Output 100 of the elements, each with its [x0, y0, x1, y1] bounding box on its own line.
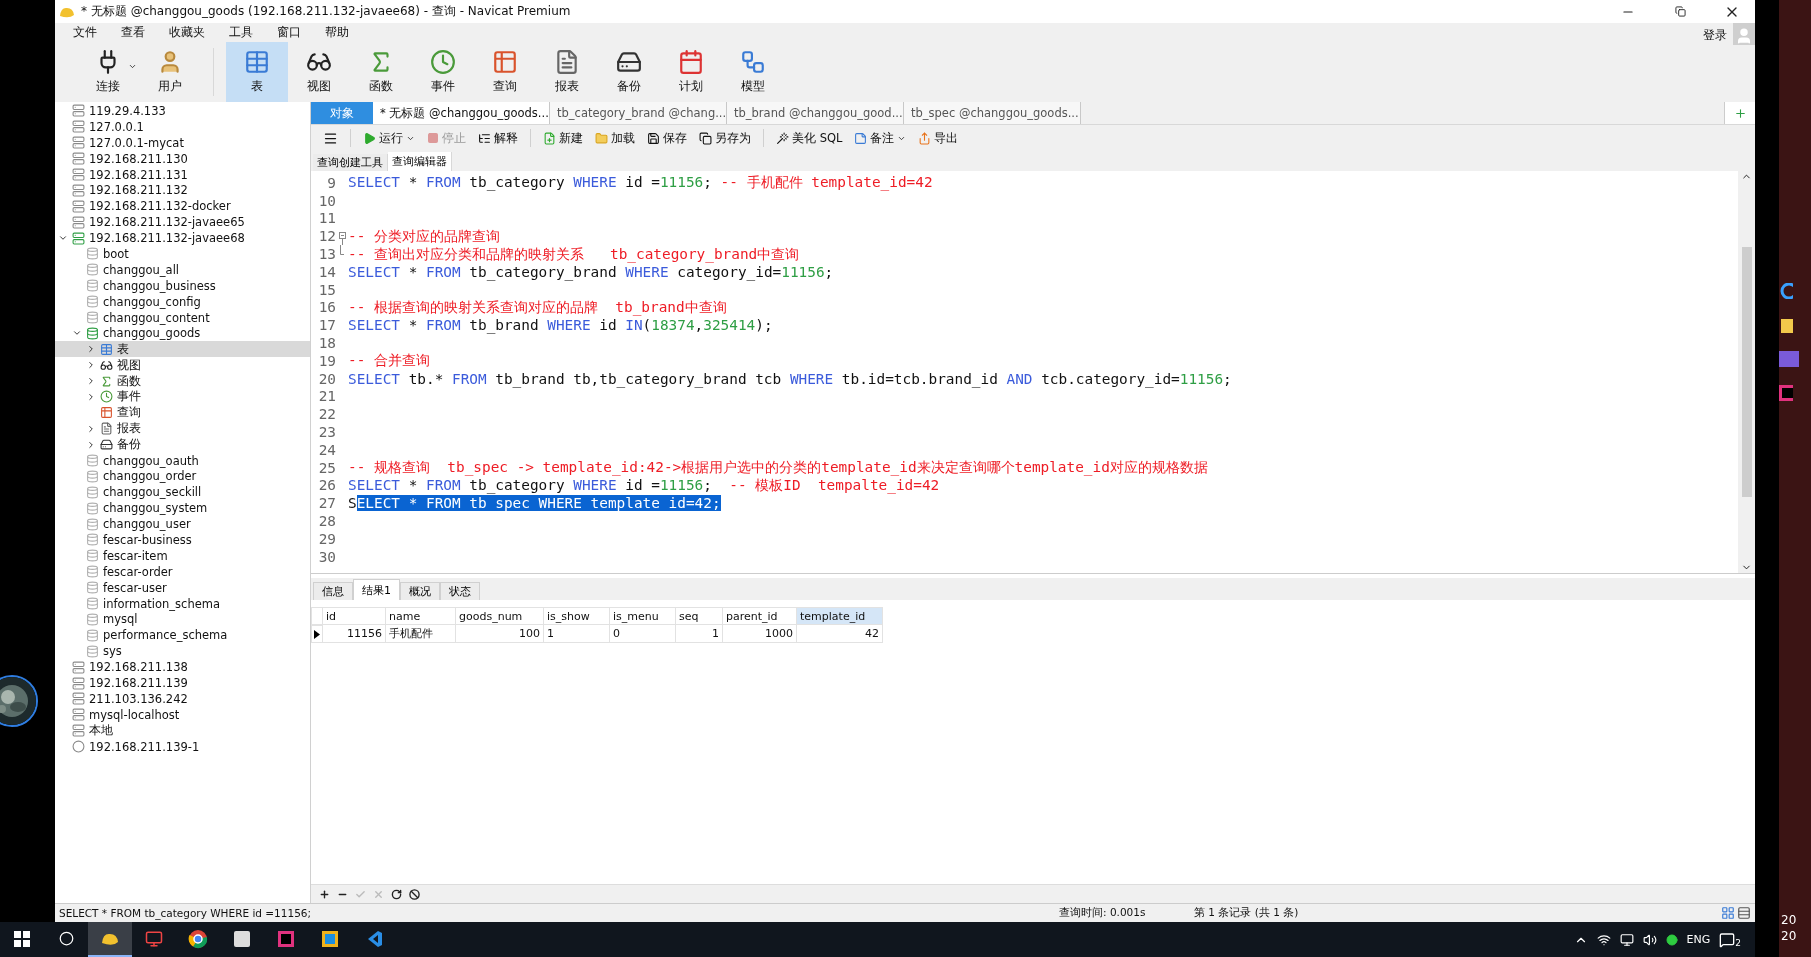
- monitor-icon[interactable]: [1619, 932, 1634, 947]
- result-tab[interactable]: 信息: [313, 582, 353, 600]
- result-tab[interactable]: 概况: [400, 582, 440, 600]
- toolbar-button[interactable]: 用户: [139, 42, 201, 102]
- volume-icon[interactable]: [1642, 932, 1657, 947]
- tree-item[interactable]: 192.168.211.139-1: [55, 738, 310, 755]
- menu-item[interactable]: 查看: [109, 24, 157, 41]
- toolbar-button[interactable]: 备份: [598, 42, 660, 102]
- tree-item[interactable]: changgou_order: [55, 468, 310, 485]
- tree-item[interactable]: 192.168.211.138: [55, 659, 310, 676]
- result-tab[interactable]: 状态: [440, 582, 480, 600]
- refresh-icon[interactable]: [391, 888, 402, 900]
- tree-item[interactable]: information_schema: [55, 595, 310, 612]
- tree-item[interactable]: 查询: [55, 404, 310, 421]
- tree-item[interactable]: boot: [55, 246, 310, 262]
- tree-item[interactable]: changgou_oauth: [55, 452, 310, 469]
- editor-toolbar-button[interactable]: 导出: [914, 128, 963, 148]
- scrollbar[interactable]: [1738, 171, 1755, 573]
- column-header[interactable]: is_show: [544, 607, 610, 625]
- query-tab[interactable]: tb_category_brand @chang...: [550, 102, 727, 124]
- toolbar-button[interactable]: 函数: [350, 42, 412, 102]
- tree-item[interactable]: mysql-localhost: [55, 706, 310, 723]
- editor-toolbar-button[interactable]: 运行: [359, 128, 419, 148]
- column-header[interactable]: seq: [676, 607, 723, 625]
- tree-item[interactable]: changgou_user: [55, 516, 310, 533]
- tree-item[interactable]: 表: [55, 341, 310, 358]
- tree-item[interactable]: 192.168.211.131: [55, 166, 310, 183]
- wifi-icon[interactable]: [1596, 932, 1611, 947]
- tree-item[interactable]: changgou_content: [55, 309, 310, 326]
- column-header[interactable]: name: [386, 607, 456, 625]
- column-header[interactable]: goods_num: [456, 607, 544, 625]
- tree-item[interactable]: 119.29.4.133: [55, 103, 310, 119]
- toolbar-button[interactable]: 计划: [660, 42, 722, 102]
- editor-toolbar-button[interactable]: 保存: [643, 128, 691, 148]
- tree-item[interactable]: changgou_goods: [55, 325, 310, 342]
- tree-item[interactable]: changgou_config: [55, 293, 310, 310]
- tree-item[interactable]: 报表: [55, 420, 310, 437]
- tree-item[interactable]: sys: [55, 643, 310, 660]
- editor-toolbar-button[interactable]: 备注: [850, 128, 911, 148]
- scroll-thumb[interactable]: [1741, 247, 1752, 497]
- result-tab[interactable]: 结果1: [353, 579, 400, 600]
- tree-item[interactable]: fescar-order: [55, 563, 310, 580]
- ban-icon[interactable]: [409, 888, 420, 900]
- editor-toolbar-button[interactable]: 解释: [474, 128, 522, 148]
- tree-item[interactable]: changgou_business: [55, 277, 310, 294]
- tree-item[interactable]: 192.168.211.132: [55, 182, 310, 199]
- tree-item[interactable]: 视图: [55, 357, 310, 374]
- tree-item[interactable]: changgou_all: [55, 261, 310, 278]
- toolbar-button[interactable]: 表: [226, 42, 288, 102]
- tree-item[interactable]: 127.0.0.1: [55, 118, 310, 135]
- taskbar-app[interactable]: [88, 922, 132, 957]
- toolbar-button[interactable]: 模型: [722, 42, 784, 102]
- editor-toolbar-button[interactable]: 加载: [591, 128, 639, 148]
- editor-mode-tab[interactable]: 查询编辑器: [388, 152, 452, 171]
- plus-icon[interactable]: [319, 888, 330, 900]
- editor-toolbar-button[interactable]: 新建: [539, 128, 587, 148]
- menu-item[interactable]: 文件: [61, 24, 109, 41]
- tree-item[interactable]: 函数: [55, 373, 310, 390]
- tree-item[interactable]: 192.168.211.139: [55, 675, 310, 691]
- tree-item[interactable]: 事件: [55, 389, 310, 405]
- tree-item[interactable]: 211.103.136.242: [55, 690, 310, 707]
- tree-item[interactable]: 192.168.211.132-docker: [55, 198, 310, 215]
- toolbar-button[interactable]: 连接: [77, 42, 139, 102]
- query-tab[interactable]: tb_spec @changgou_goods...: [904, 102, 1081, 124]
- editor-toolbar-button[interactable]: 美化 SQL: [772, 128, 847, 148]
- toolbar-button[interactable]: 查询: [474, 42, 536, 102]
- status-icon[interactable]: [1665, 933, 1678, 946]
- tree-item[interactable]: 备份: [55, 436, 310, 453]
- tree-item[interactable]: 192.168.211.132-javaee68: [55, 230, 310, 246]
- tree-item[interactable]: mysql: [55, 611, 310, 628]
- query-tab[interactable]: * 无标题 @changgou_goods...: [373, 102, 550, 124]
- tree-item[interactable]: 本地: [55, 722, 310, 739]
- menu-item[interactable]: 工具: [217, 24, 265, 41]
- menu-item[interactable]: 帮助: [313, 24, 361, 41]
- toolbar-button[interactable]: 视图: [288, 42, 350, 102]
- tree-item[interactable]: changgou_seckill: [55, 484, 310, 501]
- grid-view-icon[interactable]: [1721, 906, 1735, 920]
- menu-item[interactable]: 窗口: [265, 24, 313, 41]
- column-header[interactable]: id: [323, 607, 386, 625]
- toolbar-button[interactable]: 事件: [412, 42, 474, 102]
- editor-mode-tab[interactable]: 查询创建工具: [313, 154, 388, 171]
- form-view-icon[interactable]: [1737, 906, 1751, 920]
- database-icon: [86, 279, 99, 293]
- tree-item[interactable]: fescar-item: [55, 547, 310, 564]
- column-header[interactable]: is_menu: [610, 607, 676, 625]
- tree-item[interactable]: 127.0.0.1-mycat: [55, 134, 310, 151]
- column-header[interactable]: template_id: [797, 607, 883, 625]
- tree-item[interactable]: fescar-business: [55, 532, 310, 548]
- editor-toolbar-button[interactable]: 另存为: [695, 128, 755, 148]
- login-link[interactable]: 登录: [1703, 27, 1727, 44]
- menu-item[interactable]: 收藏夹: [157, 24, 217, 41]
- language-indicator[interactable]: ENG: [1686, 933, 1711, 946]
- tree-item[interactable]: 192.168.211.132-javaee65: [55, 214, 310, 231]
- tree-item[interactable]: fescar-user: [55, 579, 310, 596]
- toolbar-button[interactable]: 报表: [536, 42, 598, 102]
- tree-item[interactable]: changgou_system: [55, 500, 310, 517]
- tree-item[interactable]: performance_schema: [55, 627, 310, 644]
- tree-item[interactable]: 192.168.211.130: [55, 150, 310, 167]
- column-header[interactable]: parent_id: [723, 607, 797, 625]
- query-tab[interactable]: tb_brand @changgou_good...: [727, 102, 904, 124]
